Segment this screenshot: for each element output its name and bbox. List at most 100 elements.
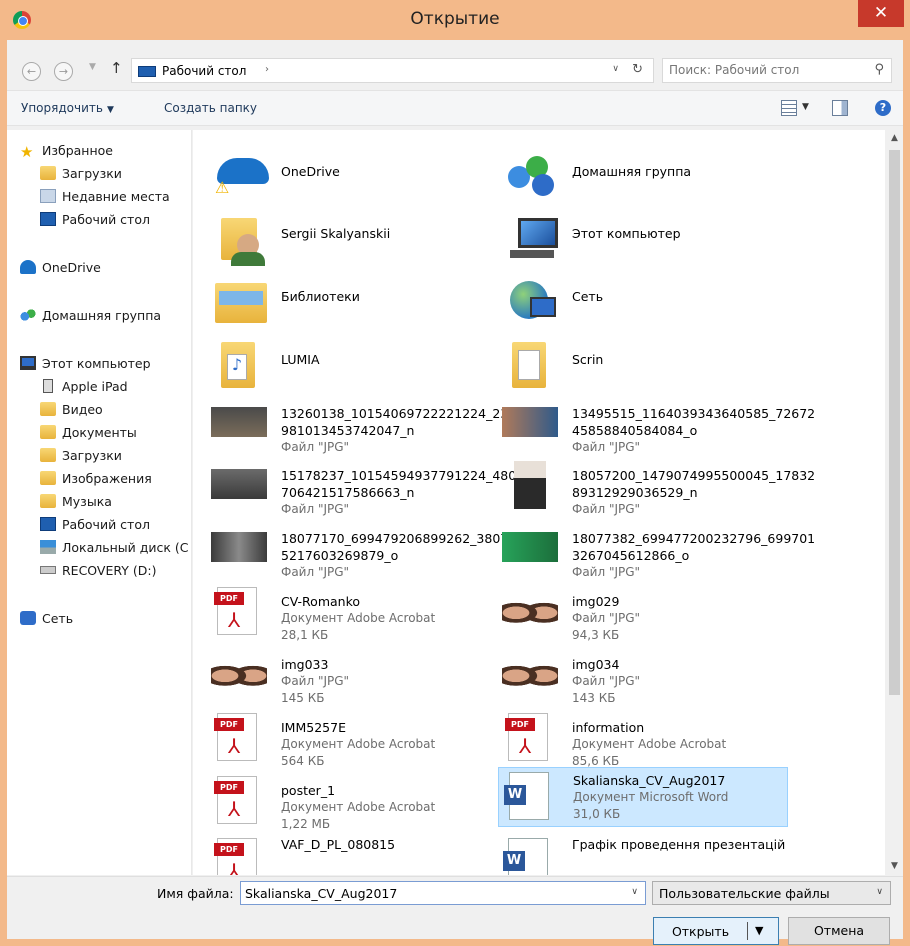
folder-libraries[interactable]: Библиотеки (207, 269, 497, 329)
photo-thumbnail (211, 532, 267, 562)
file-name: Sergii Skalyanskii (281, 226, 391, 241)
close-button[interactable]: ✕ (858, 0, 904, 27)
file-pdf-poster[interactable]: PDF ⅄ poster_1 Документ Adobe Acrobat 1,2… (207, 772, 497, 832)
back-button[interactable]: ← (22, 62, 41, 81)
nav-documents[interactable]: Документы (40, 425, 137, 445)
nav-local-disk[interactable]: Локальный диск (C (40, 540, 189, 560)
open-options-icon[interactable]: ▼ (755, 924, 763, 937)
open-button[interactable]: Открыть ▼ (653, 917, 779, 945)
file-pdf-information[interactable]: PDF ⅄ information Документ Adobe Acrobat … (498, 709, 788, 769)
nav-onedrive[interactable]: OneDrive (20, 260, 101, 280)
folder-lumia[interactable]: ♪ LUMIA (207, 332, 497, 392)
nav-music[interactable]: Музыка (40, 494, 112, 514)
word-icon: W (503, 838, 548, 875)
cancel-button[interactable]: Отмена (788, 917, 890, 945)
nav-recent-places[interactable]: Недавние места (40, 189, 170, 209)
pictures-icon (40, 471, 56, 485)
folder-homegroup[interactable]: Домашняя группа (498, 144, 788, 204)
file-size: 94,3 КБ (572, 628, 620, 642)
file-jpg-13495515[interactable]: 13495515_1164039343640585_72672 458588405… (498, 395, 815, 455)
photo-thumbnail (211, 407, 267, 437)
nav-network[interactable]: Сеть (20, 611, 73, 631)
scroll-up-icon[interactable]: ▲ (886, 130, 903, 147)
folder-user[interactable]: Sergii Skalyanskii (207, 206, 497, 266)
search-box[interactable]: ⚲ (662, 58, 892, 83)
search-input[interactable] (669, 63, 859, 77)
nav-downloads-pc[interactable]: Загрузки (40, 448, 122, 468)
desktop-icon (40, 212, 56, 226)
file-pdf-imm5257e[interactable]: PDF ⅄ IMM5257E Документ Adobe Acrobat 564… (207, 709, 497, 769)
vertical-scrollbar[interactable]: ▲ ▼ (886, 130, 903, 875)
up-button[interactable]: ↑ (110, 59, 123, 77)
nav-homegroup[interactable]: Домашняя группа (20, 308, 161, 328)
file-docx-schedule[interactable]: W Графік проведення презентацій (498, 834, 788, 875)
nav-this-pc[interactable]: Этот компьютер (20, 356, 151, 376)
recent-locations-dropdown[interactable]: ▼ (89, 62, 96, 72)
open-label[interactable]: Открыть (654, 924, 747, 939)
pdf-icon: PDF ⅄ (214, 587, 257, 635)
local-disk-icon (40, 540, 56, 554)
address-bar[interactable]: Рабочий стол › ∨ ↻ (131, 58, 654, 83)
split-divider (747, 922, 748, 940)
file-jpg-18057200[interactable]: 18057200_1479074995500045_17832 893129290… (498, 457, 815, 517)
folder-icon (504, 340, 562, 388)
nav-pictures[interactable]: Изображения (40, 471, 152, 491)
nav-apple-ipad[interactable]: Apple iPad (40, 379, 128, 399)
pdf-icon: PDF ⅄ (214, 713, 257, 761)
drive-icon (40, 566, 56, 574)
file-jpg-img034[interactable]: img034 Файл "JPG" 143 КБ (498, 646, 788, 706)
search-icon[interactable]: ⚲ (874, 62, 884, 77)
nav-label: Видео (62, 402, 103, 417)
file-docx-skalianska-cv[interactable]: W Skalianska_CV_Aug2017 Документ Microso… (498, 767, 788, 827)
file-jpg-18077170[interactable]: 18077170_699479206899262_380741 521760326… (207, 520, 524, 580)
address-dropdown-icon[interactable]: ∨ (612, 64, 619, 74)
computer-icon (20, 356, 36, 370)
new-folder-button[interactable]: Создать папку (164, 101, 257, 115)
file-jpg-img033[interactable]: img033 Файл "JPG" 145 КБ (207, 646, 497, 706)
organize-button[interactable]: Упорядочить ▼ (21, 101, 114, 115)
photo-thumbnail (502, 656, 558, 692)
breadcrumb-desktop[interactable]: Рабочий стол (162, 64, 246, 78)
refresh-icon[interactable]: ↻ (632, 62, 643, 77)
scroll-down-icon[interactable]: ▼ (886, 858, 903, 875)
filename-value[interactable]: Skalianska_CV_Aug2017 (245, 886, 397, 901)
nav-desktop[interactable]: Рабочий стол (40, 212, 150, 232)
dialog-title: Открытие (410, 9, 500, 29)
chevron-down-icon[interactable]: ∨ (876, 887, 883, 897)
forward-button[interactable]: → (54, 62, 73, 81)
nav-video[interactable]: Видео (40, 402, 103, 422)
filename-label: Имя файла: (157, 886, 234, 901)
folder-onedrive[interactable]: ⚠ OneDrive (207, 144, 497, 204)
file-pdf-cv-romanko[interactable]: PDF ⅄ CV-Romanko Документ Adobe Acrobat 2… (207, 583, 497, 643)
nav-recovery-drive[interactable]: RECOVERY (D:) (40, 563, 156, 583)
preview-pane-icon[interactable] (832, 100, 848, 116)
file-jpg-18077382[interactable]: 18077382_699477200232796_699701 326704561… (498, 520, 815, 580)
network-icon (20, 611, 36, 625)
folder-network[interactable]: Сеть (498, 269, 788, 329)
photo-thumbnail (211, 656, 267, 692)
nav-label: Документы (62, 425, 137, 440)
nav-downloads[interactable]: Загрузки (40, 166, 122, 186)
folder-scrin[interactable]: Scrin (498, 332, 788, 392)
breadcrumb-separator[interactable]: › (265, 64, 269, 75)
file-jpg-img029[interactable]: img029 Файл "JPG" 94,3 КБ (498, 583, 788, 643)
nav-label: Домашняя группа (42, 308, 162, 323)
downloads-icon (40, 448, 56, 462)
view-options-dropdown[interactable]: ▼ (802, 102, 809, 112)
file-pdf-vaf[interactable]: PDF ⅄ VAF_D_PL_080815 (207, 834, 497, 875)
pdf-icon: PDF ⅄ (214, 776, 257, 824)
file-type: Файл "JPG" (281, 674, 350, 688)
filename-field[interactable]: Skalianska_CV_Aug2017 ∨ (240, 881, 646, 905)
chevron-down-icon[interactable]: ∨ (631, 887, 638, 897)
title-bar[interactable]: Открытие ✕ (0, 0, 910, 40)
file-type-filter[interactable]: Пользовательские файлы ∨ (652, 881, 891, 905)
folder-this-pc[interactable]: Этот компьютер (498, 206, 788, 266)
nav-favorites[interactable]: ★ Избранное (20, 143, 113, 163)
file-name: Домашняя группа (572, 164, 692, 179)
scrollbar-thumb[interactable] (889, 150, 900, 695)
file-jpg-15178237[interactable]: 15178237_10154594937791224_4809 706421517… (207, 457, 524, 517)
file-jpg-13260138[interactable]: 13260138_10154069722221224_2304 981013453… (207, 395, 524, 455)
change-view-icon[interactable] (781, 100, 797, 116)
help-icon[interactable]: ? (875, 100, 891, 116)
nav-desktop-pc[interactable]: Рабочий стол (40, 517, 150, 537)
